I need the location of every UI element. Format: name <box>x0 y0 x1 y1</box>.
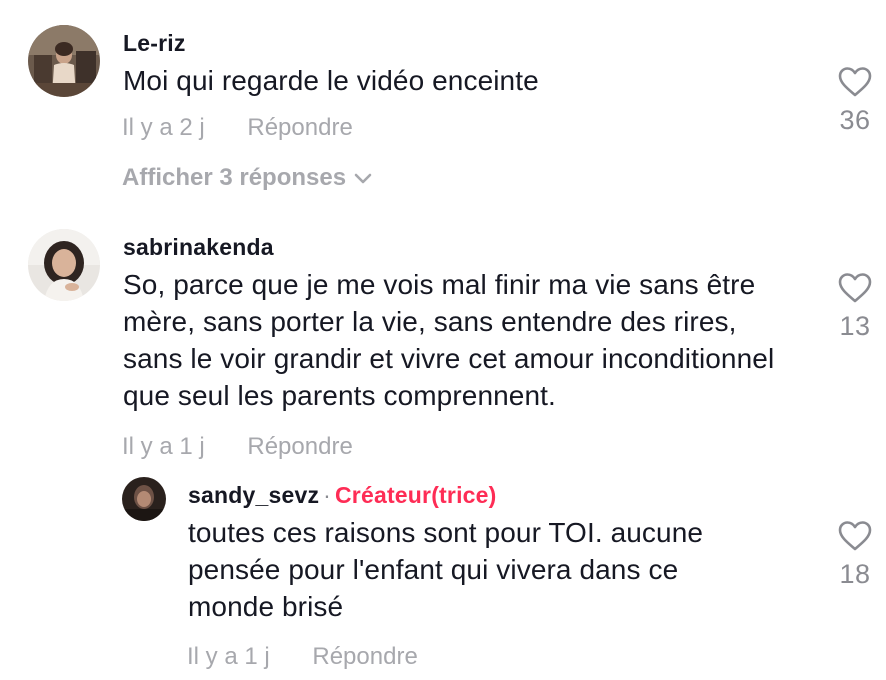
reply-button[interactable]: Répondre <box>247 433 352 461</box>
reply-meta: Il y a 1 j Répondre <box>187 643 418 671</box>
comment-username[interactable]: sabrinakenda <box>123 234 274 261</box>
reply-button[interactable]: Répondre <box>312 643 417 671</box>
like-button[interactable]: 36 <box>825 67 885 136</box>
show-replies-label: Afficher 3 réponses <box>122 164 347 191</box>
comment-text: Moi qui regarde le vidéo enceinte <box>123 65 539 96</box>
like-count: 36 <box>839 105 871 135</box>
reply-timestamp: Il y a 1 j <box>187 643 270 670</box>
comment-text: So, parce que je me vois mal finir ma vi… <box>123 269 775 411</box>
reply-username-line: sandy_sevz · Créateur(trice) <box>188 482 497 509</box>
reply-text: toutes ces raisons sont pour TOI. aucune… <box>188 517 704 622</box>
heart-outline-icon <box>838 521 872 551</box>
heart-outline-icon <box>838 67 872 97</box>
reply-button[interactable]: Répondre <box>247 114 352 142</box>
separator-dot: · <box>323 482 331 508</box>
chevron-down-icon <box>354 173 372 183</box>
like-button[interactable]: 18 <box>825 521 885 590</box>
reply-username[interactable]: sandy_sevz <box>188 482 319 508</box>
like-button[interactable]: 13 <box>825 273 885 342</box>
avatar[interactable] <box>122 477 166 521</box>
comment-username[interactable]: Le-riz <box>123 30 186 57</box>
avatar[interactable] <box>28 229 100 301</box>
comment-meta: Il y a 1 j Répondre <box>122 433 353 461</box>
comment-timestamp: Il y a 1 j <box>122 433 205 460</box>
heart-outline-icon <box>838 273 872 303</box>
avatar[interactable] <box>28 25 100 97</box>
show-replies-button[interactable]: Afficher 3 réponses <box>122 164 372 192</box>
comment-timestamp: Il y a 2 j <box>122 114 205 141</box>
creator-badge: Créateur(trice) <box>335 482 497 508</box>
comment-meta: Il y a 2 j Répondre <box>122 114 353 142</box>
like-count: 18 <box>839 559 871 589</box>
like-count: 13 <box>839 311 871 341</box>
